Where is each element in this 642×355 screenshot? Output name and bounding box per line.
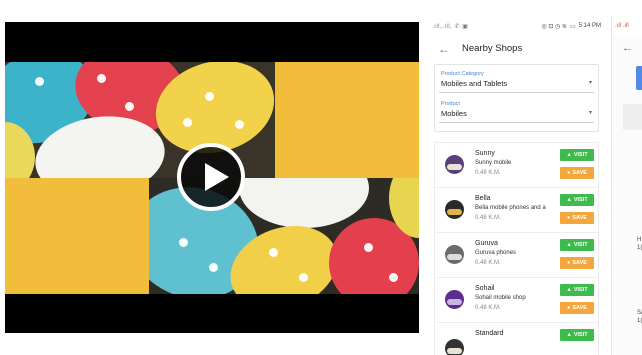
shop-name: Guruva [475,240,498,247]
signal-icon: .ıll,.ıll, ✆ ▣ [432,23,469,30]
save-icon: ● [567,170,571,176]
list-item[interactable]: Standard ▲ VISIT [435,323,598,355]
shop-distance: 0.48 K.M. [475,170,501,176]
status-bar: .ıll,.ıll, ✆ ▣ ◎ ⊡ ◷ ≋ ▭ 5:14 PM [428,16,605,36]
app-bar: ← Nearby Shops [428,36,605,61]
visit-button[interactable]: ▲ VISIT [560,149,594,161]
avatar [445,155,464,174]
shop-name: Bella [475,195,491,202]
shop-distance: 0.48 K.M. [475,215,501,221]
shop-description: Guruva phones [475,250,517,256]
shop-list: Sunny Sunny mobile 0.48 K.M. ▲ VISIT ● SAV… [434,142,599,355]
back-arrow-icon[interactable]: ← [438,42,454,56]
shop-name: Sohail [475,285,495,292]
text-fragment: H [637,237,642,243]
shop-distance: 0.48 K.M. [475,305,501,311]
arrow-up-icon: ▲ [566,287,572,293]
divider [623,104,642,130]
visit-button[interactable]: ▲ VISIT [560,194,594,206]
image-placeholder [636,66,642,90]
avatar [445,245,464,264]
arrow-up-icon: ▲ [566,197,572,203]
text-fragment: Sa [637,310,642,316]
field-value: Mobiles and Tablets [441,79,508,88]
visit-button[interactable]: ▲ VISIT [560,329,594,341]
wifi-icon: ◎ ⊡ ◷ ≋ [541,23,567,30]
save-icon: ● [567,305,571,311]
shop-name: Sunny [475,150,495,157]
product-select[interactable]: Product Mobiles ▾ [439,99,594,123]
app-screenshot-partial: .ıll .ıll ← H 1( Sa 1( [611,16,642,355]
field-label: Product Category [441,71,484,77]
list-item[interactable]: Sohail Sohail mobile shop 0.48 K.M. ▲ VIS… [435,278,598,323]
app-screenshot-nearby-shops: .ıll,.ıll, ✆ ▣ ◎ ⊡ ◷ ≋ ▭ 5:14 PM ← Nearb… [428,16,605,355]
list-item[interactable]: Bella Bella mobile phones and a 0.48 K.M… [435,188,598,233]
shop-description: Bella mobile phones and a [475,205,546,211]
save-button[interactable]: ● SAVE [560,167,594,179]
text-fragment: 1( [637,245,642,251]
save-button[interactable]: ● SAVE [560,302,594,314]
filter-panel: Product Category Mobiles and Tablets ▾ P… [434,64,599,132]
list-item[interactable]: Sunny Sunny mobile 0.48 K.M. ▲ VISIT ● SAV… [435,143,598,188]
status-time: 5:14 PM [578,23,601,29]
dropdown-caret-icon: ▾ [588,80,592,86]
save-icon: ● [567,260,571,266]
shop-distance: 0.48 K.M. [475,260,501,266]
arrow-up-icon: ▲ [566,152,572,158]
field-value: Mobiles [441,109,467,118]
screenshot-gallery: .ıll,.ıll, ✆ ▣ ◎ ⊡ ◷ ≋ ▭ 5:14 PM ← Nearb… [0,0,642,355]
field-label: Product [441,101,460,107]
list-item[interactable]: Guruva Guruva phones 0.48 K.M. ▲ VISIT ● S… [435,233,598,278]
shop-description: Sohail mobile shop [475,295,526,301]
arrow-up-icon: ▲ [566,242,572,248]
product-category-select[interactable]: Product Category Mobiles and Tablets ▾ [439,69,594,93]
play-button[interactable] [177,143,245,211]
avatar [445,200,464,219]
save-button[interactable]: ● SAVE [560,212,594,224]
save-icon: ● [567,215,571,221]
visit-button[interactable]: ▲ VISIT [560,284,594,296]
status-bar: .ıll .ıll [612,16,642,36]
video-player[interactable] [5,22,419,333]
avatar [445,339,464,355]
text-fragment: 1( [637,318,642,324]
visit-button[interactable]: ▲ VISIT [560,239,594,251]
arrow-up-icon: ▲ [566,332,572,338]
shop-description: Sunny mobile [475,160,512,166]
save-button[interactable]: ● SAVE [560,257,594,269]
battery-icon: ▭ [569,23,576,30]
avatar [445,290,464,309]
page-title: Nearby Shops [462,43,523,54]
dropdown-caret-icon: ▾ [588,110,592,116]
shop-name: Standard [475,330,504,337]
back-arrow-icon: ← [622,42,633,54]
